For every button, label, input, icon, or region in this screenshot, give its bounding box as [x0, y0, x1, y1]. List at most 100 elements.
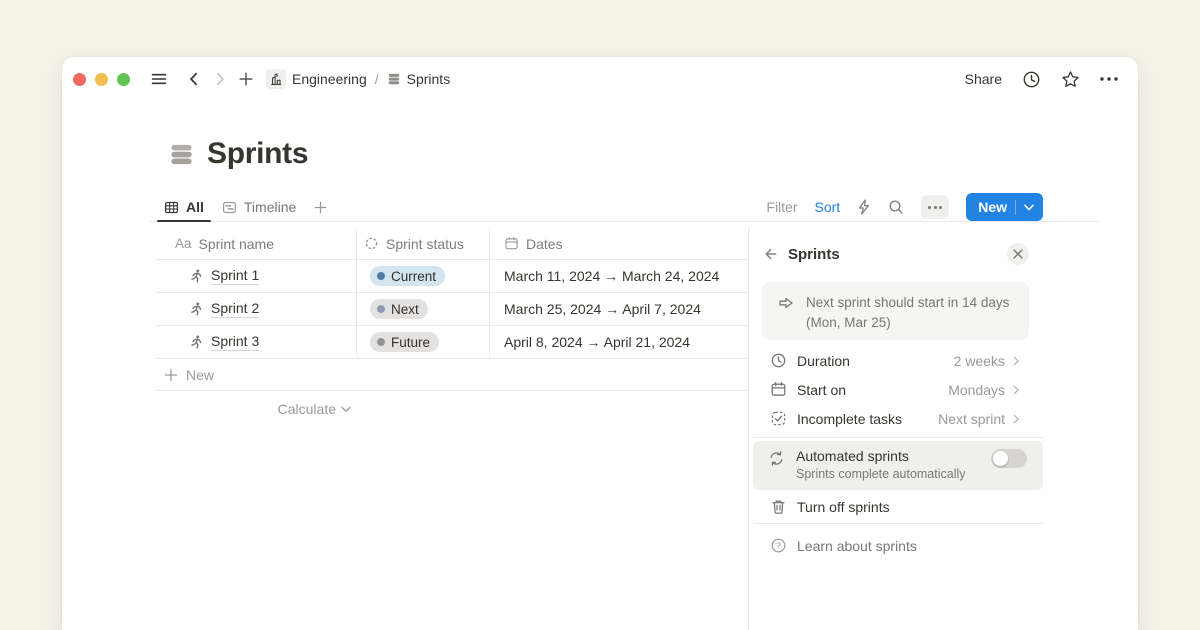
sprint-name-link[interactable]: Sprint 2 [211, 300, 259, 318]
more-options-icon[interactable] [1100, 77, 1118, 81]
add-view-button[interactable] [305, 193, 336, 221]
table-view-icon [164, 200, 179, 215]
page-title: Sprints [207, 137, 308, 171]
svg-text:?: ? [776, 541, 781, 551]
breadcrumb-workspace[interactable]: Engineering [292, 71, 367, 87]
breadcrumb: Engineering / Sprints [266, 69, 450, 89]
question-circle-icon: ? [770, 537, 787, 554]
page-header: Sprints [168, 137, 308, 171]
panel-header: Sprints [762, 240, 1029, 268]
column-header-sprint-name[interactable]: Aa Sprint name [155, 228, 357, 259]
setting-incomplete-tasks[interactable]: Incomplete tasks Next sprint [762, 404, 1023, 433]
status-dot [377, 305, 385, 313]
chevron-right-icon [1009, 412, 1023, 426]
trash-icon [770, 498, 787, 515]
sprints-table: Aa Sprint name Sprint status Dates [155, 228, 748, 391]
learn-about-sprints-link[interactable]: ? Learn about sprints [762, 531, 1023, 560]
loop-arrows-icon [768, 450, 785, 467]
status-pill[interactable]: Next [370, 299, 428, 319]
dates-cell[interactable]: March 11, 2024 → March 24, 2024 [490, 268, 748, 284]
sprint-name-cell[interactable]: Sprint 2 [155, 293, 357, 325]
add-row-button[interactable]: New [155, 359, 748, 391]
calendar-icon [770, 381, 787, 398]
view-options-button[interactable] [921, 195, 949, 219]
chevron-right-icon [1009, 383, 1023, 397]
workspace-icon[interactable] [266, 69, 286, 89]
calculate-button[interactable]: Calculate [155, 401, 351, 417]
share-button[interactable]: Share [965, 71, 1002, 87]
sprint-name-cell[interactable]: Sprint 3 [155, 326, 357, 358]
titlebar-actions: Share [965, 70, 1118, 89]
panel-section-divider [753, 437, 1043, 438]
sprint-status-cell[interactable]: Current [357, 260, 490, 292]
sprint-name-link[interactable]: Sprint 1 [211, 267, 259, 285]
new-button[interactable]: New [966, 193, 1043, 221]
status-dot [377, 272, 385, 280]
tab-all[interactable]: All [155, 193, 213, 221]
text-type-icon: Aa [175, 236, 192, 251]
status-pill[interactable]: Current [370, 266, 445, 286]
column-header-dates[interactable]: Dates [490, 236, 748, 252]
plus-icon [164, 368, 178, 382]
view-tabs: All Timeline [155, 193, 336, 221]
automated-sprints-description: Sprints complete automatically [796, 467, 966, 481]
automated-sprints-toggle[interactable] [991, 449, 1027, 468]
breadcrumb-separator: / [375, 71, 379, 87]
column-header-sprint-status[interactable]: Sprint status [357, 228, 490, 259]
sprint-settings-list: Duration 2 weeks Start on Mondays Incomp… [762, 346, 1023, 433]
database-icon [387, 72, 401, 86]
timeline-view-icon [222, 200, 237, 215]
table-header-row: Aa Sprint name Sprint status Dates [155, 228, 748, 260]
automated-sprints-row[interactable]: Automated sprints Sprints complete autom… [753, 441, 1043, 490]
arrow-right-outline-icon [777, 294, 795, 340]
toolbar-controls: Filter Sort New [766, 193, 1043, 221]
setting-duration[interactable]: Duration 2 weeks [762, 346, 1023, 375]
new-dropdown-chevron-icon[interactable] [1024, 204, 1034, 211]
tab-timeline[interactable]: Timeline [213, 193, 305, 221]
page-database-icon [168, 141, 195, 168]
chevron-right-icon [1009, 354, 1023, 368]
clock-icon [770, 352, 787, 369]
titlebar: Engineering / Sprints Share [62, 57, 1138, 101]
sort-button[interactable]: Sort [815, 199, 841, 215]
panel-title: Sprints [788, 246, 840, 263]
history-clock-icon[interactable] [1022, 70, 1041, 89]
dates-cell[interactable]: March 25, 2024 → April 7, 2024 [490, 301, 748, 317]
zoom-window-button[interactable] [117, 73, 130, 86]
close-window-button[interactable] [73, 73, 86, 86]
turn-off-sprints-button[interactable]: Turn off sprints [762, 490, 1023, 523]
runner-icon [188, 268, 204, 284]
panel-divider [748, 227, 749, 630]
favorite-star-icon[interactable] [1061, 70, 1080, 89]
breadcrumb-page[interactable]: Sprints [407, 71, 451, 87]
status-type-icon [364, 236, 379, 251]
table-row: Sprint 1 Current March 11, 2024 → March … [155, 260, 748, 293]
app-window: Engineering / Sprints Share Sprints [62, 57, 1138, 630]
forward-icon[interactable] [212, 71, 228, 87]
dates-cell[interactable]: April 8, 2024 → April 21, 2024 [490, 334, 748, 350]
status-dot [377, 338, 385, 346]
panel-back-icon[interactable] [762, 246, 778, 262]
runner-icon [188, 301, 204, 317]
sprint-status-cell[interactable]: Future [357, 326, 490, 358]
sprint-status-cell[interactable]: Next [357, 293, 490, 325]
setting-start-on[interactable]: Start on Mondays [762, 375, 1023, 404]
sprint-name-cell[interactable]: Sprint 1 [155, 260, 357, 292]
panel-close-button[interactable] [1007, 243, 1029, 265]
status-pill[interactable]: Future [370, 332, 439, 352]
calendar-type-icon [504, 236, 519, 251]
table-row: Sprint 3 Future April 8, 2024 → April 21… [155, 326, 748, 359]
checkbox-dashed-icon [770, 410, 787, 427]
filter-button[interactable]: Filter [766, 199, 797, 215]
search-icon[interactable] [888, 199, 904, 215]
chevron-down-icon [341, 406, 351, 413]
automations-lightning-icon[interactable] [857, 199, 871, 215]
traffic-lights [73, 73, 130, 86]
minimize-window-button[interactable] [95, 73, 108, 86]
runner-icon [188, 334, 204, 350]
close-icon [1013, 249, 1023, 259]
sidebar-menu-icon[interactable] [150, 70, 168, 88]
new-page-icon[interactable] [238, 71, 254, 87]
back-icon[interactable] [186, 71, 202, 87]
sprint-name-link[interactable]: Sprint 3 [211, 333, 259, 351]
